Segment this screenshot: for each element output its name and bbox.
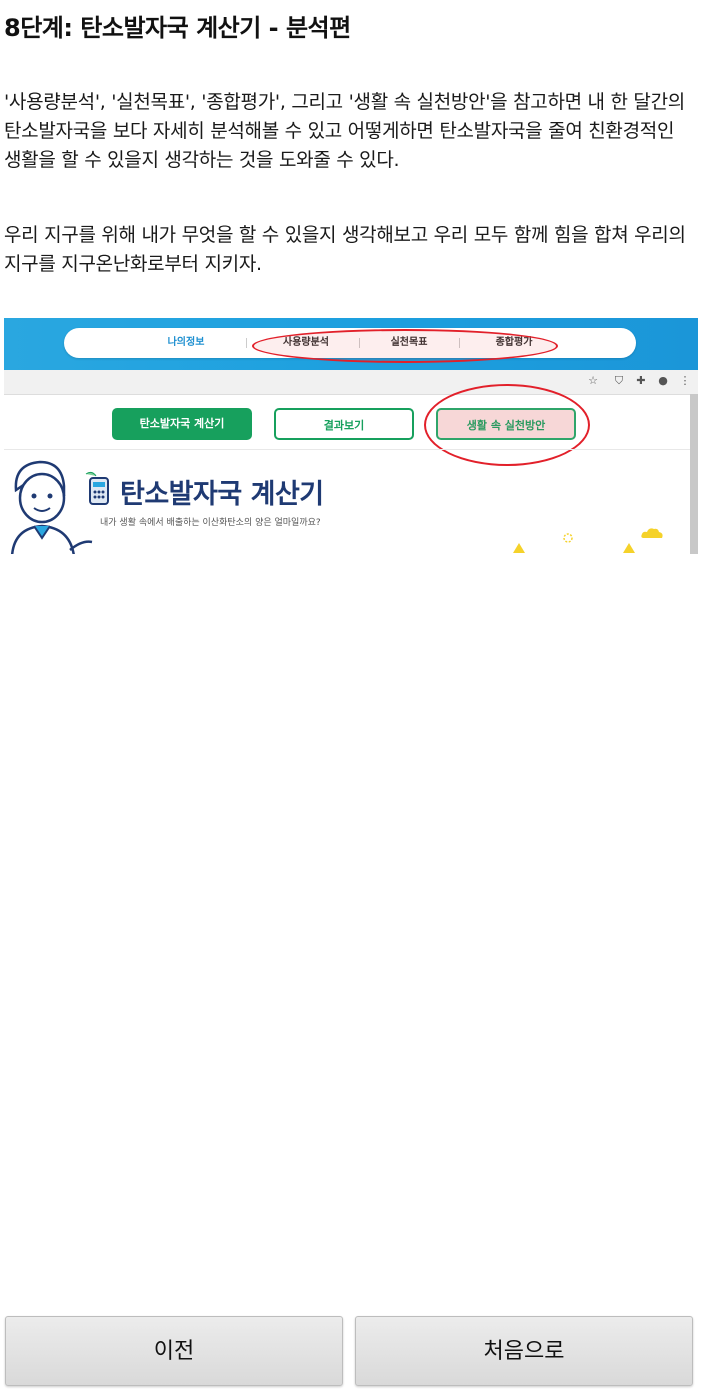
highlight-oval-nav — [252, 329, 558, 363]
description-paragraph: '사용량분석', '실천목표', '종합평가', 그리고 '생활 속 실천방안'… — [4, 91, 685, 171]
calculator-icon — [85, 471, 109, 505]
star-icon: ☆ — [588, 374, 598, 387]
prev-button[interactable]: 이전 — [5, 1316, 343, 1386]
shield-icon: ⛉ — [614, 374, 624, 387]
call-to-action-paragraph: 우리 지구를 위해 내가 무엇을 할 수 있을지 생각해보고 우리 모두 함께 … — [4, 224, 686, 275]
site-button-calculator: 탄소발자국 계산기 — [112, 408, 252, 440]
menu-icon: ⋮ — [679, 374, 691, 387]
calculator-subheading: 내가 생활 속에서 배출하는 이산화탄소의 양은 얼마일까요? — [100, 518, 321, 528]
character-illustration — [11, 460, 93, 554]
highlight-oval-actions — [424, 384, 590, 466]
site-nav-item-my-info: 나의정보 — [167, 337, 205, 348]
page-title: 8단계: 탄소발자국 계산기 - 분석편 — [4, 14, 351, 42]
cloud-decoration-icon — [641, 528, 663, 538]
sun-decoration-icon — [563, 533, 573, 543]
calculator-heading: 탄소발자국 계산기 — [120, 479, 324, 510]
scrollbar — [690, 394, 698, 554]
avatar: ● — [658, 374, 668, 387]
browser-toolbar: ☆ ⛉ ✚ ● ⋮ — [4, 370, 698, 395]
triangle-decoration-icon — [623, 543, 635, 553]
triangle-decoration-icon — [513, 543, 525, 553]
extension-icon: ✚ — [636, 374, 646, 387]
home-button[interactable]: 처음으로 — [355, 1316, 693, 1386]
website-screenshot-image: 나의정보 사용량분석 실천목표 종합평가 ☆ ⛉ ✚ ● ⋮ 탄소발자국 계산기… — [4, 318, 698, 554]
site-button-results: 결과보기 — [274, 408, 414, 440]
